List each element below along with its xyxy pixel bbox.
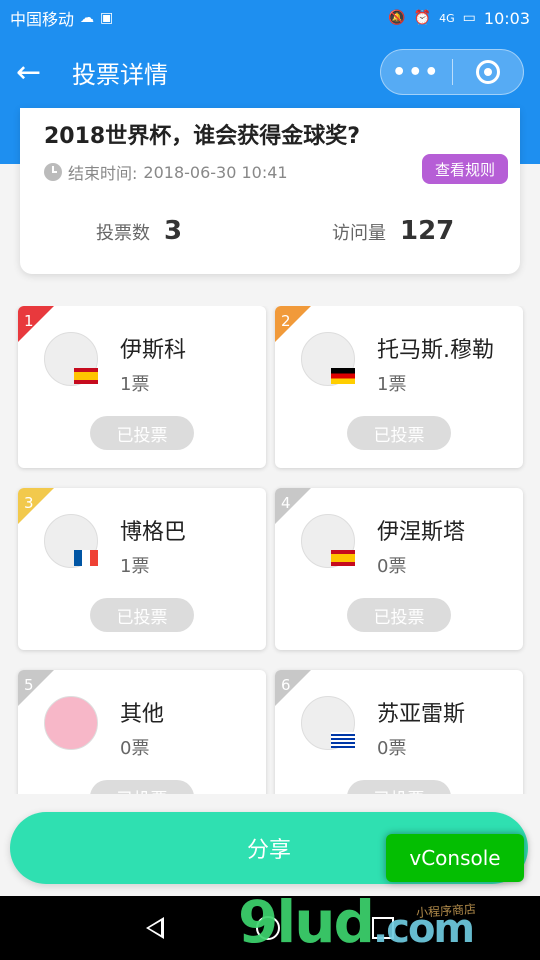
- end-time-label: 结束时间:: [68, 164, 138, 183]
- page-title: 投票详情: [72, 60, 168, 89]
- end-time-value: 2018-06-30 10:41: [143, 162, 288, 182]
- carrier-label: 中国移动: [10, 10, 75, 29]
- candidate-votes: 1票: [377, 374, 407, 395]
- mute-icon: 🔕: [388, 10, 406, 26]
- flag-icon: [74, 550, 98, 566]
- status-bar: 中国移动 ☁ ▣ 🔕 ⏰ 4G ▭ 10:03: [0, 0, 540, 36]
- system-back-icon[interactable]: [146, 917, 164, 939]
- voted-button[interactable]: 已投票: [90, 780, 194, 794]
- rank-number: 5: [24, 676, 34, 694]
- clock-time: 10:03: [483, 8, 530, 28]
- end-time-row: 结束时间: 2018-06-30 10:41: [44, 160, 288, 184]
- more-menu-icon[interactable]: •••: [381, 60, 452, 85]
- candidate-name: 苏亚雷斯: [377, 702, 466, 727]
- candidate-card[interactable]: 6 苏亚雷斯 0票 已投票: [275, 670, 523, 794]
- rank-number: 3: [24, 494, 34, 512]
- candidate-votes: 0票: [377, 738, 407, 759]
- candidate-name: 博格巴: [120, 520, 187, 545]
- mini-program-capsule: •••: [380, 49, 524, 95]
- candidate-name: 托马斯.穆勒: [377, 338, 494, 363]
- candidate-votes: 1票: [120, 556, 150, 577]
- rank-number: 4: [281, 494, 291, 512]
- vote-summary-card: 2018世界杯，谁会获得金球奖? 结束时间: 2018-06-30 10:41 …: [20, 108, 520, 274]
- candidate-name: 伊斯科: [120, 338, 187, 363]
- candidate-card[interactable]: 4 伊涅斯塔 0票 已投票: [275, 488, 523, 650]
- candidate-card[interactable]: 1 伊斯科 1票 已投票: [18, 306, 266, 468]
- visits-value: 127: [400, 216, 455, 246]
- flag-icon: [331, 368, 355, 384]
- flag-icon: [74, 368, 98, 384]
- voted-button[interactable]: 已投票: [90, 598, 194, 632]
- votes-stat: 投票数 3: [96, 216, 182, 246]
- rank-number: 1: [24, 312, 34, 330]
- flag-icon: [331, 732, 355, 748]
- rank-number: 2: [281, 312, 291, 330]
- cloud-icon: ☁: [80, 10, 95, 26]
- candidate-card[interactable]: 2 托马斯.穆勒 1票 已投票: [275, 306, 523, 468]
- voted-button[interactable]: 已投票: [90, 416, 194, 450]
- view-rules-button[interactable]: 查看规则: [422, 154, 508, 184]
- clock-icon: [44, 163, 62, 181]
- candidate-card[interactable]: 5 其他 0票 已投票: [18, 670, 266, 794]
- votes-label: 投票数: [96, 223, 150, 244]
- signal-icon: 4G: [439, 11, 455, 25]
- voted-button[interactable]: 已投票: [347, 780, 451, 794]
- back-arrow-icon[interactable]: ←: [16, 55, 56, 90]
- votes-value: 3: [164, 216, 183, 246]
- target-icon: [475, 60, 500, 84]
- notification-icon: ▣: [100, 10, 114, 26]
- candidate-votes: 1票: [120, 374, 150, 395]
- alarm-icon: ⏰: [413, 10, 432, 26]
- battery-icon: ▭: [462, 10, 476, 26]
- candidate-grid: 1 伊斯科 1票 已投票 2 托马斯.穆勒 1票 已投票 3 博格巴 1票 已投…: [0, 306, 540, 794]
- candidate-votes: 0票: [377, 556, 407, 577]
- watermark-logo: 9lud.com: [238, 888, 475, 956]
- candidate-name: 其他: [120, 702, 165, 727]
- voted-button[interactable]: 已投票: [347, 416, 451, 450]
- flag-icon: [331, 550, 355, 566]
- watermark-main: 9lud: [238, 888, 375, 956]
- vconsole-button[interactable]: vConsole: [386, 834, 524, 882]
- voted-button[interactable]: 已投票: [347, 598, 451, 632]
- close-mini-program-button[interactable]: [453, 60, 524, 84]
- candidate-avatar: [44, 696, 98, 750]
- rank-number: 6: [281, 676, 291, 694]
- visits-label: 访问量: [332, 223, 386, 244]
- nav-bar: ← 投票详情 •••: [0, 36, 540, 108]
- visits-stat: 访问量 127: [332, 216, 454, 246]
- candidate-name: 伊涅斯塔: [377, 520, 466, 545]
- vote-title: 2018世界杯，谁会获得金球奖?: [44, 124, 360, 149]
- candidate-votes: 0票: [120, 738, 150, 759]
- candidate-card[interactable]: 3 博格巴 1票 已投票: [18, 488, 266, 650]
